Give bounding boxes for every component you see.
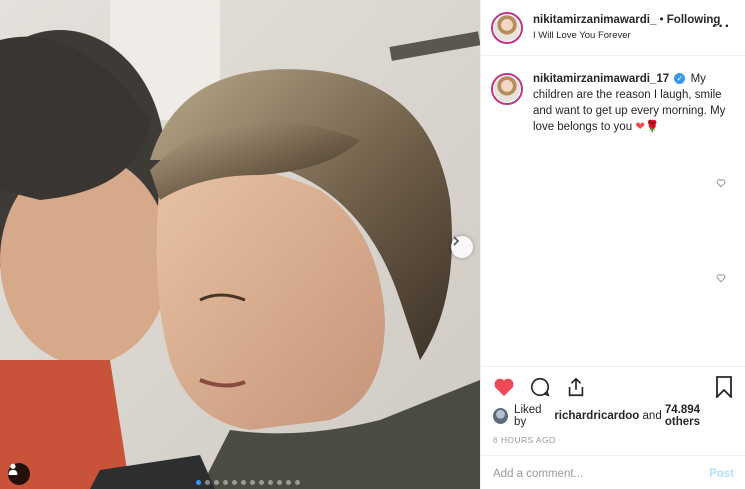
comment-like-heart-icon[interactable]	[716, 178, 726, 188]
next-slide-button[interactable]	[451, 236, 473, 258]
post-side-panel: nikitamirzanimawardi_ • Following I Will…	[480, 0, 745, 489]
carousel-dot	[259, 480, 264, 485]
post-media[interactable]	[0, 0, 480, 489]
verified-icon: ✓	[674, 73, 686, 85]
header-username[interactable]: nikitamirzanimawardi_	[533, 14, 656, 26]
caption-avatar[interactable]	[491, 73, 523, 105]
carousel-dot	[295, 480, 300, 485]
user-tag-button[interactable]	[8, 463, 30, 485]
likes-summary: Liked by richardricardoo and 74.894 othe…	[481, 404, 745, 428]
post-location[interactable]: I Will Love You Forever	[533, 29, 720, 43]
comment-input[interactable]	[493, 467, 710, 480]
liker-avatar[interactable]	[493, 408, 509, 424]
carousel-dot	[250, 480, 255, 485]
comments-area: nikitamirzanimawardi_17 ✓ My children ar…	[481, 57, 745, 367]
carousel-dot	[232, 480, 237, 485]
comment-icon[interactable]	[529, 376, 551, 398]
carousel-indicator	[196, 480, 300, 485]
bookmark-icon[interactable]	[715, 376, 733, 398]
carousel-dot	[286, 480, 291, 485]
likes-prefix: Liked by	[514, 404, 542, 428]
photo	[0, 0, 480, 489]
next-arrow-icon	[453, 236, 460, 246]
post-header: nikitamirzanimawardi_ • Following I Will…	[481, 0, 745, 56]
carousel-dot	[268, 480, 273, 485]
post-comment-button[interactable]: Post	[709, 468, 734, 480]
post-timestamp[interactable]: 6 HOURS AGO	[481, 435, 745, 445]
user-tag-icon	[8, 463, 18, 475]
comment-like-heart-icon[interactable]	[716, 273, 726, 283]
add-comment-bar: Post	[481, 455, 745, 489]
share-icon[interactable]	[565, 376, 587, 398]
more-options-button[interactable]: ···	[712, 18, 731, 36]
liker-username[interactable]: richardricardoo	[554, 410, 639, 422]
carousel-dot	[214, 480, 219, 485]
heart-icon[interactable]	[493, 377, 515, 397]
post-actions: Liked by richardricardoo and 74.894 othe…	[481, 366, 745, 489]
likes-count[interactable]: 74.894 others	[665, 404, 734, 428]
caption-emoji: ❤🌹	[635, 121, 660, 133]
caption-username[interactable]: nikitamirzanimawardi_17	[533, 73, 669, 85]
carousel-dot	[196, 480, 201, 485]
avatar[interactable]	[491, 11, 523, 44]
header-separator: •	[656, 13, 667, 26]
likes-middle: and	[639, 410, 665, 422]
carousel-dot	[277, 480, 282, 485]
carousel-dot	[205, 480, 210, 485]
caption: nikitamirzanimawardi_17 ✓ My children ar…	[491, 71, 736, 135]
carousel-dot	[241, 480, 246, 485]
carousel-dot	[223, 480, 228, 485]
